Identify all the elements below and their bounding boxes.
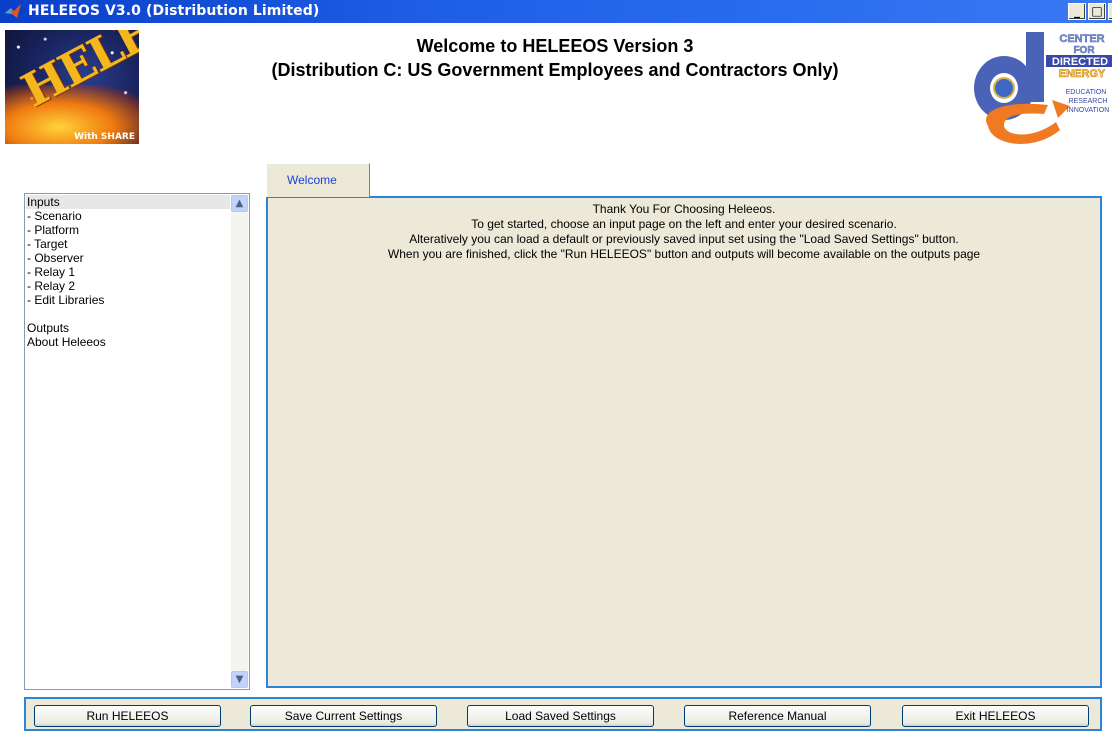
tab-welcome[interactable]: Welcome	[266, 163, 370, 197]
logo-text-1: FOR	[1073, 45, 1095, 56]
list-item-target[interactable]: - Target	[26, 237, 230, 251]
distribution-notice: (Distribution C: US Government Employees…	[271, 60, 839, 80]
title-bar: HELEEOS V3.0 (Distribution Limited) _ □ …	[0, 0, 1112, 23]
list-item-scenario[interactable]: - Scenario	[26, 209, 230, 223]
scroll-down-arrow-icon[interactable]: ▼	[231, 671, 248, 688]
list-item-relay-1[interactable]: - Relay 1	[26, 265, 230, 279]
logo-text-6: INNOVATION	[1067, 107, 1110, 114]
list-item-platform[interactable]: - Platform	[26, 223, 230, 237]
list-item-about-heleeos[interactable]: About Heleeos	[26, 335, 230, 349]
logo-text-2: DIRECTED	[1052, 56, 1108, 68]
list-item-relay-2[interactable]: - Relay 2	[26, 279, 230, 293]
list-item-blank[interactable]	[26, 307, 230, 321]
load-saved-settings-button[interactable]: Load Saved Settings	[467, 705, 654, 727]
welcome-heading: Welcome to HELEEOS Version 3	[416, 36, 694, 56]
logo-text-0: CENTER	[1059, 33, 1104, 45]
window-title: HELEEOS V3.0 (Distribution Limited)	[28, 3, 320, 19]
list-scrollbar[interactable]: ▲ ▼	[231, 195, 248, 688]
welcome-panel: Thank You For Choosing Heleeos. To get s…	[266, 196, 1102, 688]
list-item-outputs[interactable]: Outputs	[26, 321, 230, 335]
run-heleeos-button[interactable]: Run HELEEOS	[34, 705, 221, 727]
close-button[interactable]: ×	[1108, 3, 1112, 20]
list-item-inputs[interactable]: Inputs	[26, 195, 230, 209]
heleeos-logo-subtext: With SHARE	[74, 132, 135, 142]
matlab-app-icon	[5, 4, 21, 18]
logo-text-5: RESEARCH	[1069, 98, 1108, 105]
scroll-up-arrow-icon[interactable]: ▲	[231, 195, 248, 212]
directed-energy-logo: CENTER FOR DIRECTED ENERGY EDUCATION RES…	[974, 32, 1112, 144]
logo-text-4: EDUCATION	[1066, 89, 1107, 96]
navigation-list[interactable]: Inputs - Scenario - Platform - Target - …	[24, 193, 250, 690]
reference-manual-button[interactable]: Reference Manual	[684, 705, 871, 727]
tab-welcome-label: Welcome	[287, 173, 337, 187]
welcome-message: Thank You For Choosing Heleeos. To get s…	[268, 202, 1100, 262]
welcome-line-1: Thank You For Choosing Heleeos.	[592, 202, 776, 216]
list-item-edit-libraries[interactable]: - Edit Libraries	[26, 293, 230, 307]
action-button-bar: Run HELEEOS Save Current Settings Load S…	[24, 697, 1102, 731]
minimize-button[interactable]: _	[1068, 3, 1086, 20]
list-item-observer[interactable]: - Observer	[26, 251, 230, 265]
welcome-line-4: When you are finished, click the "Run HE…	[387, 247, 981, 261]
maximize-button[interactable]: □	[1088, 3, 1106, 20]
heleeos-logo: HELEEOS With SHARE	[5, 30, 139, 144]
logo-text-3: ENERGY	[1059, 68, 1106, 80]
welcome-line-3: Alteratively you can load a default or p…	[409, 232, 959, 246]
exit-heleeos-button[interactable]: Exit HELEEOS	[902, 705, 1089, 727]
welcome-line-2: To get started, choose an input page on …	[471, 217, 897, 231]
save-current-settings-button[interactable]: Save Current Settings	[250, 705, 437, 727]
